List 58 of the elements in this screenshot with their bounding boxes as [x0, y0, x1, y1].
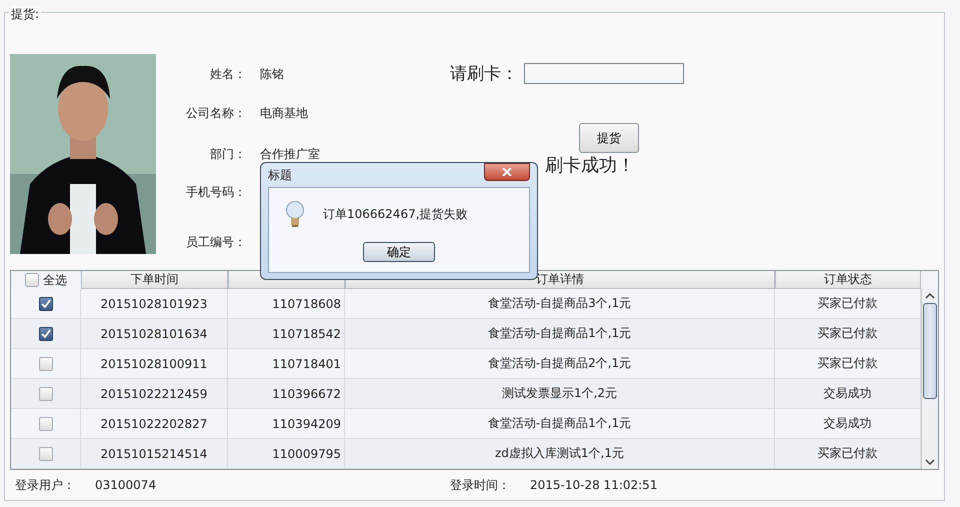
table-cell: 交易成功: [824, 385, 872, 402]
field-label: 员工编号：: [185, 234, 247, 251]
group-title: 提货:: [9, 6, 42, 23]
checkbox[interactable]: [38, 446, 52, 461]
field-value: 电商基地: [260, 106, 308, 120]
table-cell: 买家已付款: [818, 325, 878, 342]
column-header[interactable]: 订单状态: [775, 271, 921, 290]
dialog-title: 标题: [268, 166, 292, 184]
table-cell: zd虚拟入库测试1个,1元: [495, 445, 624, 462]
table-cell: 20151015214514: [100, 446, 208, 461]
table-cell: 买家已付款: [818, 445, 878, 462]
field-value: 合作推广室: [260, 147, 320, 161]
field-label: 公司名称：: [185, 105, 247, 122]
status-label: 登录时间：: [450, 476, 511, 494]
checkbox[interactable]: [38, 296, 52, 311]
table-cell: 食堂活动-自提商品3个,1元: [488, 295, 632, 312]
select-all-label[interactable]: 全选: [43, 272, 67, 289]
close-icon: [502, 168, 512, 176]
checkbox[interactable]: [38, 416, 52, 431]
close-button[interactable]: [484, 163, 530, 181]
table-cell: 买家已付款: [818, 295, 878, 312]
table-cell: 110718608: [272, 296, 341, 311]
scrollbar[interactable]: [921, 289, 938, 470]
field-label: 姓名：: [209, 66, 247, 83]
pickup-button[interactable]: 提货: [579, 123, 639, 153]
ok-button[interactable]: 确定: [363, 242, 435, 262]
table-cell: 交易成功: [824, 415, 872, 432]
table-cell: 食堂活动-自提商品2个,1元: [488, 355, 632, 372]
table-cell: 20151028101923: [100, 296, 208, 311]
status-value: 03100074: [95, 478, 158, 492]
status-label: 登录用户：: [15, 476, 76, 494]
card-input[interactable]: [524, 63, 684, 84]
field-value: 陈铭: [260, 67, 284, 81]
checkbox[interactable]: [25, 273, 39, 288]
status-value: 2015-10-28 11:02:51: [530, 478, 658, 492]
dialog-message: 订单106662467,提货失败: [323, 206, 468, 222]
table-cell: 20151028101634: [100, 326, 208, 341]
table-cell: 110718542: [272, 326, 341, 341]
status-message: 刷卡成功！: [545, 155, 635, 176]
table-cell: 20151022202827: [100, 416, 208, 431]
checkbox[interactable]: [38, 386, 52, 401]
table-cell: 食堂活动-自提商品1个,1元: [488, 415, 632, 432]
table-cell: 110396672: [272, 386, 341, 401]
table-cell: 110009795: [272, 446, 341, 461]
column-header[interactable]: 下单时间: [81, 271, 228, 290]
table-cell: 食堂活动-自提商品1个,1元: [488, 325, 632, 342]
table-cell: 测试发票显示1个,2元: [502, 385, 618, 402]
table-cell: 20151028100911: [100, 356, 208, 371]
table-cell: 110394209: [272, 416, 341, 431]
table-cell: 20151022212459: [100, 386, 208, 401]
field-label: 部门：: [209, 146, 247, 163]
card-label: 请刷卡：: [450, 63, 518, 85]
checkbox[interactable]: [38, 326, 52, 341]
table-cell: 买家已付款: [818, 355, 878, 372]
table-cell: 110718401: [272, 356, 341, 371]
checkbox[interactable]: [38, 356, 52, 371]
lightbulb-icon: [285, 200, 305, 228]
field-label: 手机号码：: [185, 184, 247, 201]
